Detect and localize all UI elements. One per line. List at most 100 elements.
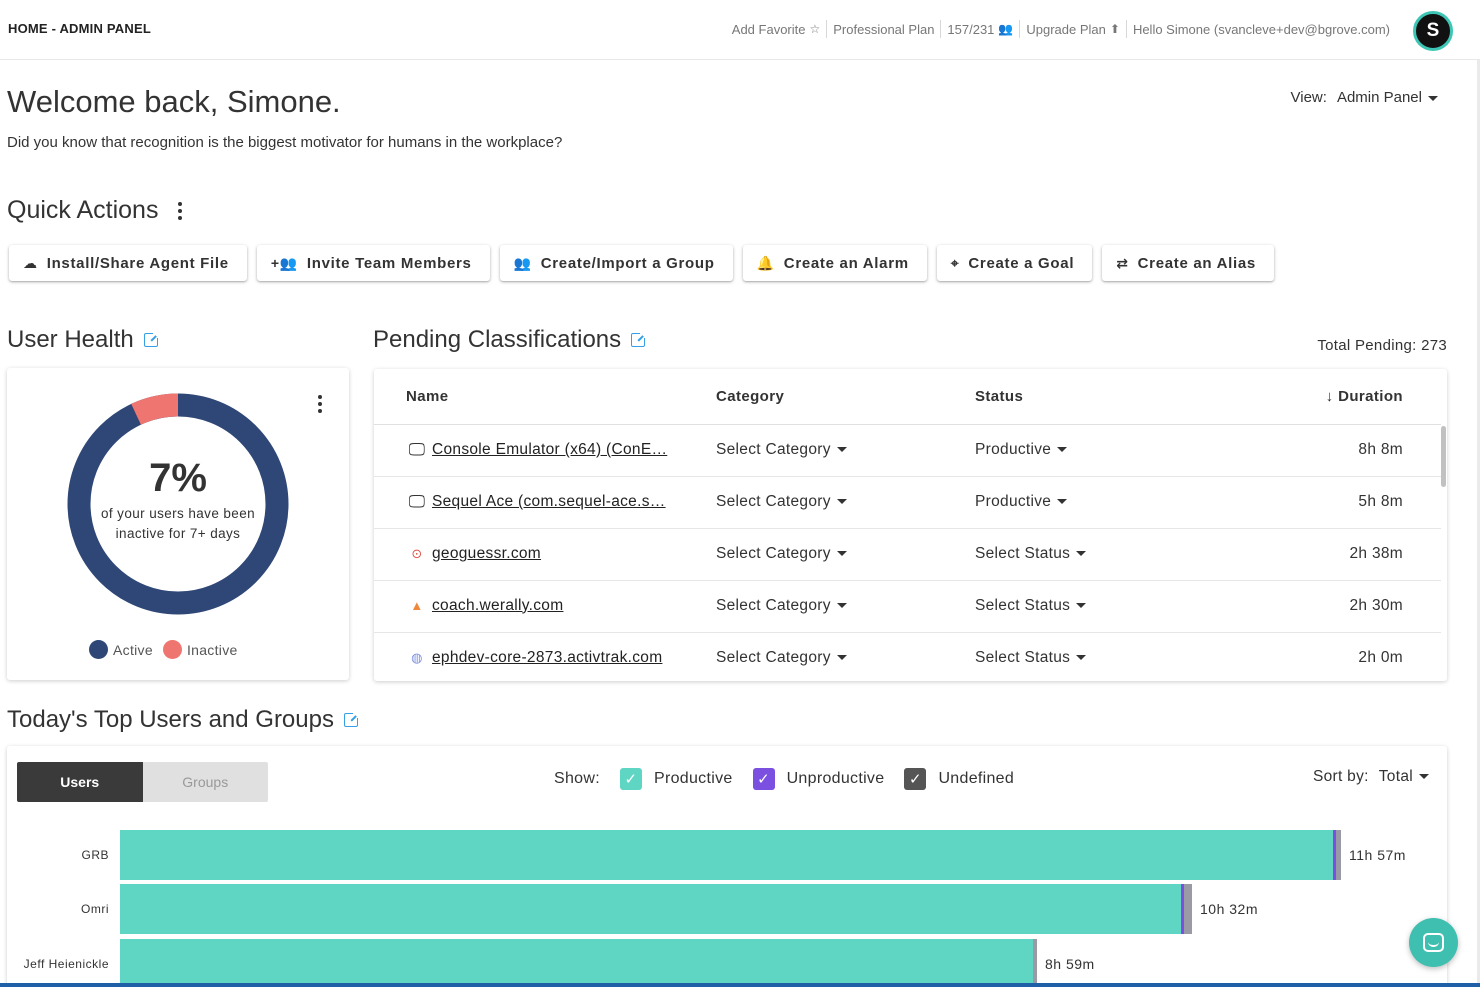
install-agent-label: Install/Share Agent File bbox=[46, 254, 229, 272]
duration-cell: 8h 8m bbox=[1275, 424, 1441, 477]
app-name-link[interactable]: Console Emulator (x64) (ConE… bbox=[432, 441, 667, 459]
chevron-down-icon bbox=[836, 603, 847, 609]
user-health-card: 7% of your users have been inactive for … bbox=[7, 368, 349, 680]
table-row: ▲ coach.werally.com Select Category Select … bbox=[374, 580, 1441, 633]
productive-bar[interactable] bbox=[120, 884, 1181, 934]
app-name-link[interactable]: geoguessr.com bbox=[432, 545, 541, 563]
category-value: Select Category bbox=[716, 441, 831, 458]
col-status[interactable]: Status bbox=[975, 369, 1275, 425]
undefined-bar[interactable] bbox=[1336, 830, 1341, 880]
users-icon: 👥 bbox=[998, 22, 1014, 36]
duration-cell: 2h 38m bbox=[1275, 528, 1441, 581]
category-select[interactable]: Select Category bbox=[716, 580, 975, 633]
avatar[interactable]: S bbox=[1413, 11, 1453, 51]
chevron-down-icon bbox=[836, 499, 847, 505]
col-duration-label: Duration bbox=[1338, 387, 1403, 405]
undefined-bar[interactable] bbox=[1184, 884, 1192, 934]
chat-button[interactable] bbox=[1409, 918, 1458, 967]
status-select[interactable]: Select Status bbox=[975, 632, 1275, 681]
plan-label[interactable]: Professional Plan bbox=[826, 20, 940, 38]
seat-count[interactable]: 157/231 👥 bbox=[940, 20, 1019, 38]
user-greeting[interactable]: Hello Simone (svancleve+dev@bgrove.com) bbox=[1125, 20, 1396, 38]
user-bar-row[interactable]: Jeff Heienickle 8h 59m bbox=[7, 939, 1447, 987]
status-select[interactable]: Select Status bbox=[975, 580, 1275, 633]
location-pin-icon: ⊙ bbox=[411, 546, 423, 561]
status-select[interactable]: Select Status bbox=[975, 528, 1275, 581]
invite-members-button[interactable]: +👥 Invite Team Members bbox=[256, 245, 490, 281]
productive-checkbox[interactable]: ✓ bbox=[619, 768, 642, 790]
status-value: Select Status bbox=[975, 649, 1071, 666]
productive-bar[interactable] bbox=[120, 830, 1333, 880]
person-add-icon: +👥 bbox=[270, 254, 298, 271]
user-bar-row[interactable]: GRB 11h 57m bbox=[7, 830, 1447, 880]
cloud-upload-icon: ☁ bbox=[23, 254, 38, 271]
tab-users[interactable]: Users bbox=[17, 762, 143, 802]
create-goal-button[interactable]: ⌖ Create a Goal bbox=[936, 245, 1093, 281]
open-in-new-icon[interactable] bbox=[143, 332, 159, 347]
more-vert-icon[interactable] bbox=[178, 201, 183, 220]
col-name[interactable]: Name bbox=[374, 369, 716, 425]
user-name-label: Jeff Heienickle bbox=[23, 957, 109, 971]
unproductive-label: Unproductive bbox=[786, 770, 885, 787]
category-select[interactable]: Select Category bbox=[716, 424, 975, 477]
create-group-button[interactable]: 👥 Create/Import a Group bbox=[499, 245, 733, 281]
user-health-heading: User Health bbox=[7, 326, 159, 354]
upgrade-plan-link[interactable]: Upgrade Plan ⬆ bbox=[1019, 20, 1126, 38]
chevron-down-icon bbox=[1076, 551, 1087, 557]
status-value: Select Status bbox=[975, 545, 1071, 562]
unproductive-checkbox[interactable]: ✓ bbox=[752, 768, 775, 790]
pending-table-card: Name Category Status ↓ Duration 🖵 Console… bbox=[374, 369, 1447, 681]
undefined-bar[interactable] bbox=[1033, 939, 1037, 987]
app-name-link[interactable]: coach.werally.com bbox=[432, 597, 563, 615]
group-icon: 👥 bbox=[513, 254, 532, 271]
legend-active-label: Active bbox=[113, 641, 153, 658]
category-select[interactable]: Select Category bbox=[716, 476, 975, 529]
create-alarm-label: Create an Alarm bbox=[783, 254, 909, 272]
pending-heading: Pending Classifications bbox=[373, 326, 647, 354]
col-category[interactable]: Category bbox=[716, 369, 975, 425]
productive-label: Productive bbox=[653, 770, 733, 787]
top-users-heading: Today's Top Users and Groups bbox=[7, 706, 359, 734]
table-scrollbar[interactable] bbox=[1441, 426, 1446, 487]
legend-inactive-label: Inactive bbox=[186, 641, 238, 658]
active-dot-icon bbox=[89, 640, 108, 659]
inactive-dot-icon bbox=[162, 640, 182, 659]
view-label: View: bbox=[1290, 89, 1327, 106]
install-agent-button[interactable]: ☁ Install/Share Agent File bbox=[9, 245, 247, 281]
create-alias-button[interactable]: ⇄ Create an Alias bbox=[1102, 245, 1274, 281]
undefined-checkbox[interactable]: ✓ bbox=[904, 768, 927, 790]
view-value-text: Admin Panel bbox=[1336, 89, 1422, 106]
category-select[interactable]: Select Category bbox=[716, 528, 975, 581]
seat-count-text: 157/231 bbox=[947, 21, 995, 37]
status-select[interactable]: Productive bbox=[975, 476, 1275, 529]
app-name-cell: ◍ ephdev-core-2873.activtrak.com bbox=[374, 632, 716, 681]
app-name-link[interactable]: ephdev-core-2873.activtrak.com bbox=[432, 649, 662, 667]
user-total-label: 11h 57m bbox=[1349, 847, 1406, 863]
upgrade-plan-label: Upgrade Plan bbox=[1026, 21, 1106, 37]
open-in-new-icon[interactable] bbox=[631, 332, 647, 347]
category-select[interactable]: Select Category bbox=[716, 632, 975, 681]
quick-actions-title: Quick Actions bbox=[7, 196, 159, 224]
open-in-new-icon[interactable] bbox=[343, 712, 359, 727]
top-users-card: Users Groups Show: ✓ Productive ✓ Unprod… bbox=[7, 746, 1447, 987]
chevron-down-icon bbox=[1057, 499, 1068, 505]
duration-cell: 5h 8m bbox=[1275, 476, 1441, 529]
user-bar-row[interactable]: Omri 10h 32m bbox=[7, 884, 1447, 934]
col-duration[interactable]: ↓ Duration bbox=[1275, 369, 1441, 425]
donut-legend: Active Inactive bbox=[89, 640, 238, 659]
sort-by-selector[interactable]: Sort by: Total bbox=[1313, 768, 1429, 786]
duration-cell: 2h 0m bbox=[1275, 632, 1441, 681]
status-value: Productive bbox=[975, 441, 1052, 458]
pending-table: Name Category Status ↓ Duration 🖵 Console… bbox=[374, 369, 1441, 681]
create-alarm-button[interactable]: 🔔 Create an Alarm bbox=[742, 245, 927, 281]
app-name-cell: ⊙ geoguessr.com bbox=[374, 528, 716, 581]
star-icon: ☆ bbox=[809, 22, 821, 36]
globe-icon: ◍ bbox=[411, 650, 423, 665]
duration-cell: 2h 30m bbox=[1275, 580, 1441, 633]
add-favorite-link[interactable]: Add Favorite ☆ bbox=[726, 20, 826, 38]
status-select[interactable]: Productive bbox=[975, 424, 1275, 477]
productive-bar[interactable] bbox=[120, 939, 1033, 987]
app-name-link[interactable]: Sequel Ace (com.sequel-ace.s… bbox=[432, 493, 666, 511]
view-selector[interactable]: View: Admin Panel bbox=[1291, 89, 1438, 106]
tab-groups[interactable]: Groups bbox=[142, 762, 268, 802]
